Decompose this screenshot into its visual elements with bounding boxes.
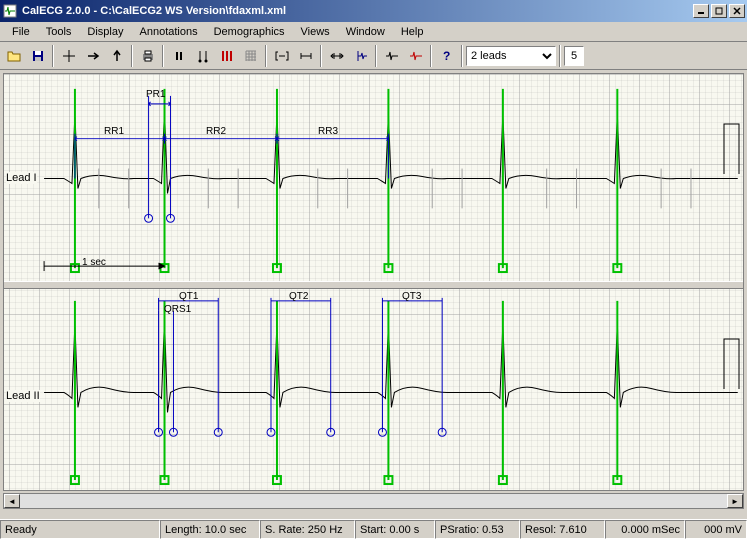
status-ready: Ready <box>0 520 160 539</box>
rr1-label: RR1 <box>104 126 124 137</box>
status-msec: 0.000 mSec <box>605 520 685 539</box>
menu-demographics[interactable]: Demographics <box>206 24 293 40</box>
status-length: Length: 10.0 sec <box>160 520 260 539</box>
wave2-button[interactable] <box>404 45 427 67</box>
window-title: CalECG 2.0.0 - C:\CalECG2 WS Version\fda… <box>22 5 693 17</box>
h-scrollbar[interactable]: ◄ ► <box>3 493 744 509</box>
status-resol: Resol: 7.610 <box>520 520 605 539</box>
print-button[interactable] <box>136 45 159 67</box>
menu-file[interactable]: File <box>4 24 38 40</box>
maximize-button[interactable] <box>711 4 727 18</box>
qt3-label: QT3 <box>402 291 421 302</box>
pr1-label: PR1 <box>146 89 165 100</box>
qt1-label: QT1 <box>179 291 198 302</box>
cal-pulse-1 <box>723 114 741 184</box>
scroll-right-button[interactable]: ► <box>727 494 743 508</box>
menu-views[interactable]: Views <box>293 24 338 40</box>
status-srate: S. Rate: 250 Hz <box>260 520 355 539</box>
qrs1-label: QRS1 <box>164 304 191 315</box>
minimize-button[interactable] <box>693 4 709 18</box>
scroll-track[interactable] <box>20 494 727 508</box>
rr3-label: RR3 <box>318 126 338 137</box>
svg-text:?: ? <box>443 49 450 63</box>
zoom-brackets-button[interactable] <box>270 45 293 67</box>
menu-window[interactable]: Window <box>338 24 393 40</box>
range-button[interactable] <box>325 45 348 67</box>
arrow-right-button[interactable] <box>81 45 104 67</box>
help-button[interactable]: ? <box>435 45 458 67</box>
menu-annotations[interactable]: Annotations <box>132 24 206 40</box>
main-area: Lead I Lead II <box>0 70 747 519</box>
toolbar: ? 2 leads <box>0 42 747 70</box>
cal-pulse-2 <box>723 329 741 399</box>
status-psratio: PSratio: 0.53 <box>435 520 520 539</box>
title-bar: CalECG 2.0.0 - C:\CalECG2 WS Version\fda… <box>0 0 747 22</box>
save-button[interactable] <box>26 45 49 67</box>
status-mv: 000 mV <box>685 520 747 539</box>
extra-input[interactable] <box>564 46 584 66</box>
status-start: Start: 0.00 s <box>355 520 435 539</box>
menu-help[interactable]: Help <box>393 24 432 40</box>
annot-bars-button[interactable] <box>215 45 238 67</box>
timescale-label: 1 sec <box>82 257 106 268</box>
grid-button[interactable] <box>239 45 262 67</box>
open-button[interactable] <box>2 45 25 67</box>
pause-button[interactable] <box>167 45 190 67</box>
crosshair-button[interactable] <box>57 45 80 67</box>
menu-display[interactable]: Display <box>79 24 131 40</box>
close-button[interactable] <box>729 4 745 18</box>
app-icon <box>2 3 18 19</box>
wave1-button[interactable] <box>380 45 403 67</box>
qt2-label: QT2 <box>289 291 308 302</box>
menu-tools[interactable]: Tools <box>38 24 80 40</box>
status-bar: Ready Length: 10.0 sec S. Rate: 250 Hz S… <box>0 519 747 539</box>
scroll-left-button[interactable]: ◄ <box>4 494 20 508</box>
wave-cursor-button[interactable] <box>349 45 372 67</box>
annot-dots-button[interactable] <box>191 45 214 67</box>
rr2-label: RR2 <box>206 126 226 137</box>
ecg-display[interactable]: Lead I Lead II <box>3 73 744 491</box>
menu-bar: File Tools Display Annotations Demograph… <box>0 22 747 42</box>
leads-select[interactable]: 2 leads <box>466 46 556 66</box>
arrow-up-button[interactable] <box>105 45 128 67</box>
span-button[interactable] <box>294 45 317 67</box>
